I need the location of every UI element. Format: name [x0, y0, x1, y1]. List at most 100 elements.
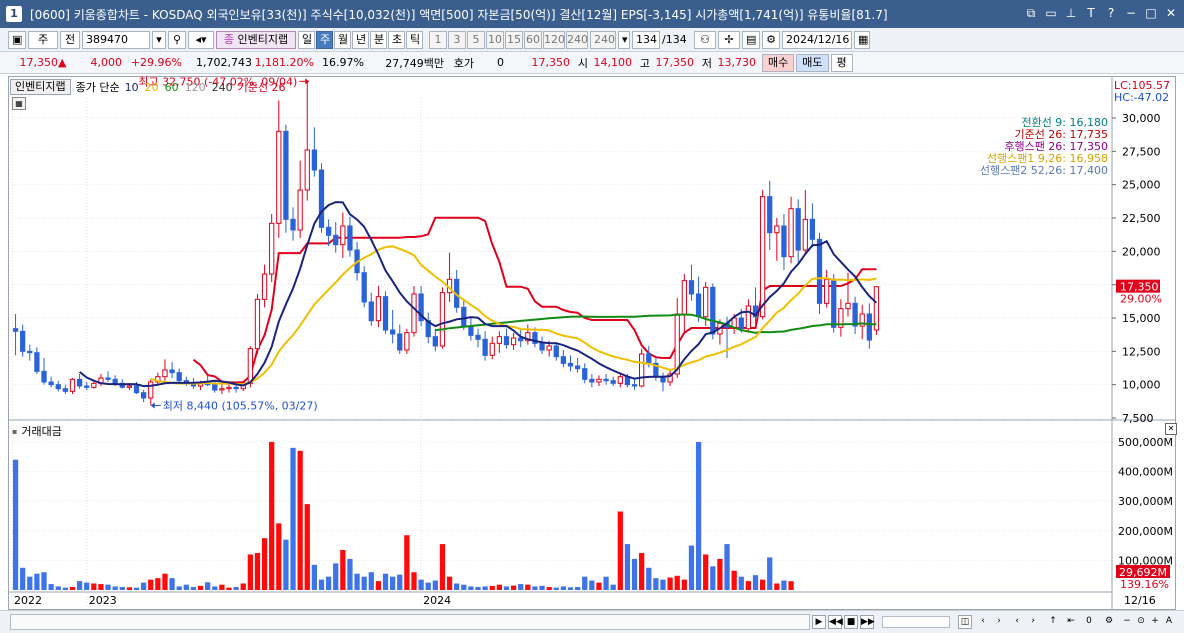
hoga-price: 17,350	[531, 56, 571, 69]
legend-ma-240: 240	[211, 80, 233, 94]
interval-button-120[interactable]: 120	[543, 30, 565, 49]
scroll-right-icon[interactable]: ▶	[812, 615, 826, 629]
current-price: 17,350	[19, 56, 59, 69]
window-icon[interactable]: ▣	[8, 30, 26, 49]
lock-icon[interactable]: ⊙	[1134, 615, 1148, 629]
save-icon[interactable]: ▤	[742, 30, 760, 49]
font-icon[interactable]: A	[1162, 615, 1176, 629]
up-arrow-icon: ▲	[58, 56, 67, 69]
period-button-6[interactable]: 틱	[406, 30, 423, 49]
settings-small-icon[interactable]: ⚙	[1102, 615, 1116, 629]
first-icon[interactable]: ⇤	[1064, 615, 1078, 629]
code-input[interactable]: 389470	[82, 30, 150, 49]
quote-bar: 17,350 ▲ 4,000 +29.96% 1,702,743 1,181.2…	[0, 52, 1184, 74]
average-button[interactable]: 평	[830, 53, 853, 72]
zoom-slider[interactable]	[882, 616, 950, 628]
period-button-0[interactable]: 일	[298, 30, 315, 49]
toolbar: ▣ 주 전 389470 ▾ ⚲ ◂▾ 종 인벤티지랩 일주월년분초틱 1351…	[0, 28, 1184, 52]
interval-group: 1 3 5 10 15 60 120 240	[429, 30, 588, 49]
legend-ma-120: 120	[184, 80, 206, 94]
hoga-label: 호가	[453, 56, 474, 70]
chevron-right-icon[interactable]: ›	[992, 615, 1006, 629]
date-input[interactable]: 2024/12/16	[782, 30, 852, 49]
horizontal-scrollbar[interactable]	[10, 614, 810, 630]
bottom-bar: ▶ ◀◀ ■ ▶▶ ◫ ‹ › ‹ › ↑ ⇤ 0 ⚙ − ⊙ + A	[0, 610, 1184, 633]
period-button-3[interactable]: 년	[352, 30, 369, 49]
restore-icon[interactable]: ▭	[1044, 5, 1058, 21]
zero-icon[interactable]: 0	[1082, 615, 1096, 629]
title-bar: 1 [0600] 키움종합차트 - KOSDAQ 외국인보유[33(천)] 주식…	[0, 0, 1184, 28]
open-label: 시	[577, 56, 588, 70]
interval-button-1[interactable]: 1	[429, 30, 447, 49]
count-input[interactable]: 134	[632, 30, 660, 49]
crosshair-icon[interactable]: ✢	[718, 30, 740, 49]
text-icon[interactable]: T	[1084, 5, 1098, 21]
hc-label: HC:-47.02	[1114, 91, 1170, 104]
ichimoku-item-4: 선행스팬2 52,26: 17,400	[979, 164, 1108, 177]
help-icon[interactable]: ?	[1104, 5, 1118, 21]
interval-button-15[interactable]: 15	[505, 30, 523, 49]
chevron-left-small-icon[interactable]: ‹	[1010, 615, 1024, 629]
interval-button-10[interactable]: 10	[486, 30, 504, 49]
search-icon[interactable]: ⚲	[168, 30, 186, 49]
low-label: 저	[701, 56, 712, 70]
interval-button-5[interactable]: 5	[467, 30, 485, 49]
legend-price-label: 종가 단순	[75, 81, 120, 94]
window-controls: ⧉ ▭ ⊥ T ? − □ ✕	[1024, 5, 1178, 21]
rewind-icon[interactable]: ◀◀	[828, 615, 843, 629]
chevron-right-small-icon[interactable]: ›	[1026, 615, 1040, 629]
interval-button-60[interactable]: 60	[524, 30, 542, 49]
legend-base-label: 기준선 26	[237, 81, 286, 94]
interval-button-3[interactable]: 3	[448, 30, 466, 49]
indicator-label: 인벤티지랩	[237, 32, 289, 46]
period-button-5[interactable]: 초	[388, 30, 405, 49]
sell-button[interactable]: 매도	[796, 53, 829, 72]
close-icon[interactable]: ✕	[1164, 5, 1178, 21]
volume-pct: 1,181.20%	[254, 56, 314, 69]
zoom-out-icon[interactable]: −	[1120, 615, 1134, 629]
volume-panel-title: 거래대금	[21, 425, 62, 438]
turnover-value: 16.97%	[322, 56, 364, 69]
ichimoku-legend: 전환선 9: 16,180 기준선 26: 17,735 후행스팬 26: 17,3…	[980, 117, 1108, 177]
minimize-icon[interactable]: −	[1124, 5, 1138, 21]
interval-button-240[interactable]: 240	[566, 30, 588, 49]
legend-ma-20: 20	[144, 80, 159, 94]
app-number-badge: 1	[6, 6, 22, 22]
gear-icon[interactable]: ⚙	[762, 30, 780, 49]
forward-icon[interactable]: ▶▶	[860, 615, 875, 629]
link-icon[interactable]: ⚇	[694, 30, 716, 49]
zoom-in-icon[interactable]: +	[1148, 615, 1162, 629]
grid-toggle-icon[interactable]: ▦	[12, 97, 26, 110]
indicator-marker: 종	[223, 32, 234, 46]
period-button-1[interactable]: 주	[316, 30, 333, 49]
price-change: 4,000	[90, 56, 123, 69]
volume-panel-header: ▪ 거래대금	[12, 423, 62, 439]
buy-button[interactable]: 매수	[762, 53, 795, 72]
legend-ma-60: 60	[164, 80, 179, 94]
period-button-4[interactable]: 분	[370, 30, 387, 49]
calendar-icon[interactable]: ▦	[854, 30, 870, 49]
chevron-left-icon[interactable]: ‹	[976, 615, 990, 629]
up-icon[interactable]: ↑	[1046, 615, 1060, 629]
panel-marker-icon: ▪	[12, 426, 18, 436]
stop-icon[interactable]: ■	[844, 615, 858, 629]
mode-select[interactable]: 주	[28, 30, 58, 49]
panel-close-icon[interactable]: ✕	[1165, 423, 1177, 435]
pin-icon[interactable]: ⊥	[1064, 5, 1078, 21]
sound-icon[interactable]: ◂▾	[188, 30, 214, 49]
zoom-fit-icon[interactable]: ◫	[958, 615, 972, 629]
amount-value: 27,749백만	[385, 56, 444, 70]
maximize-icon[interactable]: □	[1144, 5, 1158, 21]
interval-dropdown-icon[interactable]: ▾	[618, 30, 630, 49]
hoga-value: 0	[497, 56, 504, 69]
window-title: [0600] 키움종합차트 - KOSDAQ 외국인보유[33(천)] 주식수[…	[30, 7, 888, 22]
range-select[interactable]: 전	[60, 30, 80, 49]
code-dropdown-icon[interactable]: ▾	[152, 30, 166, 49]
period-button-2[interactable]: 월	[334, 30, 351, 49]
legend-title[interactable]: 인벤티지랩	[10, 79, 71, 95]
interval-select[interactable]: 240	[590, 30, 616, 49]
chart-legend: 인벤티지랩 종가 단순 10 20 60 120 240 기준선 26	[10, 79, 285, 95]
indicator-button[interactable]: 종 인벤티지랩	[216, 30, 296, 49]
layout-icon[interactable]: ⧉	[1024, 5, 1038, 21]
legend-ma-list: 10 20 60 120 240	[125, 81, 233, 94]
